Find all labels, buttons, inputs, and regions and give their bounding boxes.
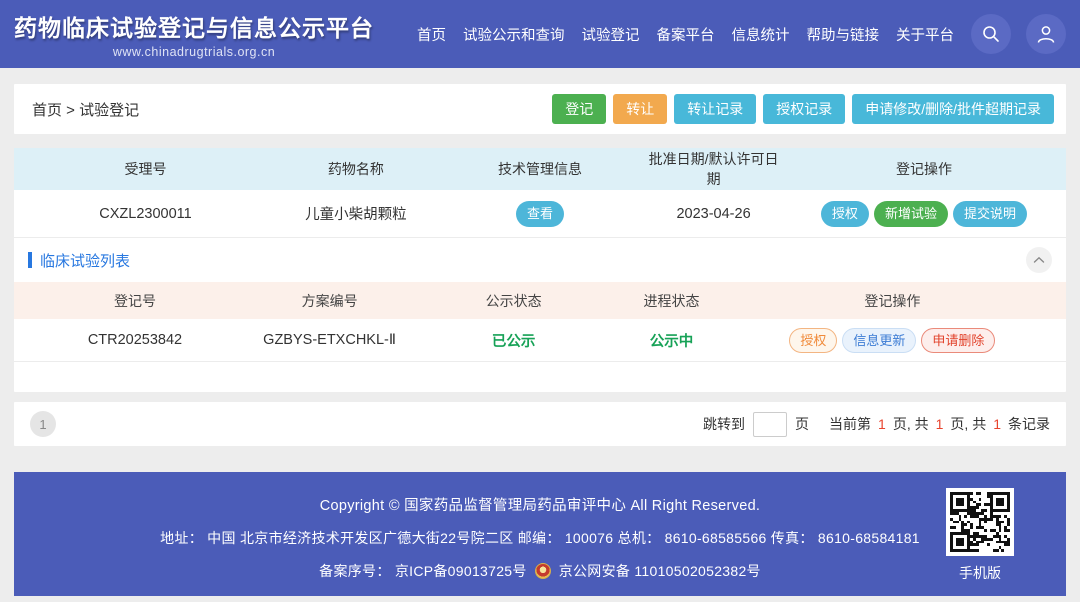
col-header-registration-no: 登记号 [14,291,256,311]
qr-code-pattern [950,492,1010,552]
total-pages-number: 1 [934,416,946,432]
current-page-prefix: 当前第 [829,414,871,434]
trial-list-section-header: 临床试验列表 [14,238,1066,282]
icp-record-text[interactable]: 备案序号： 京ICP备09013725号 [319,561,527,581]
progress-status: 公示中 [624,330,719,351]
info-update-button[interactable]: 信息更新 [842,328,916,353]
nav-trial-registration[interactable]: 试验登记 [582,24,640,45]
registration-no: CTR20253842 [14,332,256,348]
authorize-button[interactable]: 授权 [821,201,869,227]
col-header-protocol-no: 方案编号 [256,291,403,311]
current-page-number: 1 [876,416,888,432]
search-icon [981,24,1001,44]
action-toolbar: 登记 转让 转让记录 授权记录 申请修改/删除/批件超期记录 [552,94,1054,124]
acceptance-row-actions: 授权 新增试验 提交说明 [782,201,1066,227]
approval-date: 2023-04-26 [645,206,782,222]
col-header-drug-name: 药物名称 [277,159,435,179]
transfer-records-button[interactable]: 转让记录 [674,94,756,124]
pagination-controls: 跳转到 页 当前第 1 页, 共 1 页, 共 1 条记录 [703,412,1050,437]
pages-segment: 页, 共 [893,414,929,434]
pagination-bar: 1 跳转到 页 当前第 1 页, 共 1 页, 共 1 条记录 [14,402,1066,446]
submit-note-button[interactable]: 提交说明 [953,201,1027,227]
breadcrumb-bar: 首页 > 试验登记 登记 转让 转让记录 授权记录 申请修改/删除/批件超期记录 [14,84,1066,134]
mobile-qr-section: 手机版 [934,488,1026,583]
nav-home[interactable]: 首页 [417,24,446,45]
trial-row-actions: 授权 信息更新 申请删除 [719,328,1066,353]
main-content-card: 受理号 药物名称 技术管理信息 批准日期/默认许可日期 登记操作 CXZL230… [14,148,1066,392]
main-nav: 首页 试验公示和查询 试验登记 备案平台 信息统计 帮助与链接 关于平台 [417,14,1066,54]
site-brand: 药物临床试验登记与信息公示平台 www.chinadrugtrials.org.… [14,9,374,59]
trial-table-row: CTR20253842 GZBYS-ETXCHKL-Ⅱ 已公示 公示中 授权 信… [14,319,1066,362]
col-header-progress-status: 进程状态 [624,291,719,311]
view-button[interactable]: 查看 [516,201,564,227]
nav-about[interactable]: 关于平台 [896,24,954,45]
drug-name: 儿童小柴胡颗粒 [277,203,435,224]
copyright-text: Copyright © 国家药品监督管理局药品审评中心 All Right Re… [14,494,1066,515]
police-record-text[interactable]: 京公网安备 11010502052382号 [559,561,761,581]
authorization-records-button[interactable]: 授权记录 [763,94,845,124]
col-header-trial-operations: 登记操作 [719,291,1066,311]
register-button[interactable]: 登记 [552,94,606,124]
transfer-button[interactable]: 转让 [613,94,667,124]
jump-suffix: 页 [795,414,809,434]
collapse-button[interactable] [1026,247,1052,273]
police-badge-icon [535,563,551,579]
modify-delete-records-button[interactable]: 申请修改/删除/批件超期记录 [852,94,1054,124]
breadcrumb[interactable]: 首页 > 试验登记 [32,99,139,120]
col-header-acceptance-no: 受理号 [14,159,277,179]
qr-code [946,488,1014,556]
nav-trial-search[interactable]: 试验公示和查询 [463,24,565,45]
user-icon [1035,23,1057,45]
publicity-status: 已公示 [403,330,624,351]
col-header-tech-info: 技术管理信息 [435,159,645,179]
nav-statistics[interactable]: 信息统计 [732,24,790,45]
protocol-no: GZBYS-ETXCHKL-Ⅱ [256,332,403,348]
search-button[interactable] [971,14,1011,54]
section-title: 临床试验列表 [40,250,130,271]
col-header-operations: 登记操作 [782,159,1066,179]
total-records-number: 1 [991,416,1003,432]
records-suffix: 条记录 [1008,414,1050,434]
acceptance-table-header: 受理号 药物名称 技术管理信息 批准日期/默认许可日期 登记操作 [14,148,1066,190]
user-button[interactable] [1026,14,1066,54]
address-text: 地址： 中国 北京市经济技术开发区广德大街22号院二区 邮编： 100076 总… [14,528,1066,548]
col-header-approval-date: 批准日期/默认许可日期 [645,149,782,189]
col-header-publicity-status: 公示状态 [403,291,624,311]
mobile-version-label: 手机版 [934,563,1026,583]
nav-help-links[interactable]: 帮助与链接 [807,24,880,45]
jump-label: 跳转到 [703,414,745,434]
site-title: 药物临床试验登记与信息公示平台 [14,9,374,43]
acceptance-table-row: CXZL2300011 儿童小柴胡颗粒 查看 2023-04-26 授权 新增试… [14,190,1066,238]
nav-filing-platform[interactable]: 备案平台 [657,24,715,45]
page-footer: Copyright © 国家药品监督管理局药品审评中心 All Right Re… [14,472,1066,596]
records-segment: 页, 共 [950,414,986,434]
site-url: www.chinadrugtrials.org.cn [14,45,374,59]
trial-authorize-button[interactable]: 授权 [789,328,837,353]
acceptance-no: CXZL2300011 [14,206,277,222]
request-delete-button[interactable]: 申请删除 [921,328,995,353]
section-marker [28,252,32,268]
chevron-up-icon [1033,251,1045,269]
page-1-button[interactable]: 1 [30,411,56,437]
trial-table-header: 登记号 方案编号 公示状态 进程状态 登记操作 [14,282,1066,319]
add-trial-button[interactable]: 新增试验 [874,201,948,227]
top-header: 药物临床试验登记与信息公示平台 www.chinadrugtrials.org.… [0,0,1080,68]
jump-page-input[interactable] [753,412,787,437]
